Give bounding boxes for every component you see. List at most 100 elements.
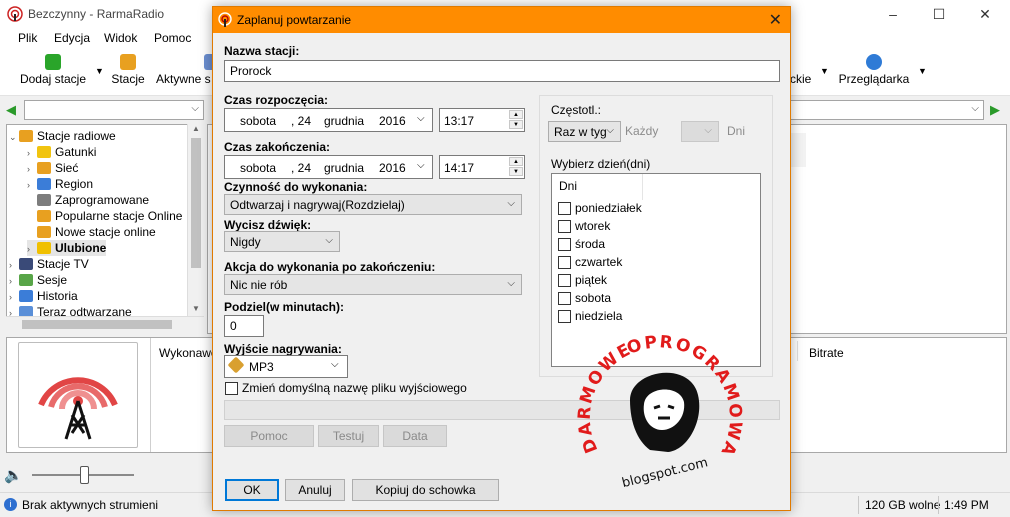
- day-item[interactable]: czwartek: [558, 254, 748, 272]
- volume-slider-thumb[interactable]: [80, 466, 89, 484]
- menu-help[interactable]: Pomoc: [154, 31, 191, 45]
- menu-edit[interactable]: Edycja: [54, 31, 90, 45]
- browser-button[interactable]: Przeglądarka: [838, 52, 910, 94]
- day-checkbox[interactable]: [558, 220, 571, 233]
- menu-view[interactable]: Widok: [104, 31, 137, 45]
- output-label: Wyjście nagrywania:: [224, 342, 342, 356]
- browser-dropdown-icon[interactable]: ▼: [918, 66, 927, 76]
- start-time-up-icon[interactable]: ▲: [509, 110, 523, 119]
- performer-column-header[interactable]: Wykonawc: [159, 346, 217, 360]
- dialog-close-icon[interactable]: ✕: [769, 10, 782, 30]
- tree-item-label: Historia: [37, 289, 78, 303]
- every-count-select[interactable]: ⌵: [681, 121, 719, 142]
- tree-item[interactable]: › Ulubione: [27, 240, 107, 257]
- address-combo[interactable]: ⌵: [24, 100, 204, 120]
- after-action-select[interactable]: Nic nie rób ⌵: [224, 274, 522, 295]
- minimize-button[interactable]: –: [870, 0, 916, 28]
- tree-item[interactable]: › Sesje: [9, 272, 67, 288]
- active-button[interactable]: Aktywne s: [156, 52, 212, 94]
- day-label: piątek: [575, 273, 608, 287]
- tree-item-label: Region: [55, 177, 94, 191]
- add-stations-button[interactable]: Dodaj stacje: [18, 52, 88, 94]
- expander-icon[interactable]: ›: [9, 273, 19, 289]
- tv-icon: [19, 258, 33, 270]
- day-checkbox[interactable]: [558, 238, 571, 251]
- stations-button[interactable]: Stacje: [110, 52, 146, 94]
- day-item[interactable]: piątek: [558, 272, 748, 290]
- tree-item[interactable]: Zaprogramowane: [27, 192, 149, 208]
- copy-to-clipboard-button[interactable]: Kopiuj do schowka: [352, 479, 499, 501]
- expander-icon[interactable]: ⌄: [9, 129, 19, 145]
- expander-icon[interactable]: ›: [27, 177, 37, 193]
- tree-item[interactable]: ⌄ Stacje radiowe: [9, 128, 116, 144]
- start-date-dropdown-icon[interactable]: ⌵: [417, 113, 425, 124]
- expander-icon[interactable]: ›: [27, 145, 37, 161]
- maximize-button[interactable]: ☐: [916, 0, 962, 28]
- station-name-input[interactable]: Prorock: [224, 60, 780, 82]
- clock-text: 1:49 PM: [944, 498, 989, 512]
- station-tree[interactable]: ⌄ Stacje radiowe › Gatunki › Sieć › Region Zapro…: [6, 124, 204, 332]
- expander-icon[interactable]: ›: [27, 161, 37, 177]
- history-icon: [19, 290, 33, 302]
- tree-item[interactable]: Nowe stacje online: [27, 224, 156, 240]
- add-stations-dropdown-icon[interactable]: ▼: [95, 66, 104, 76]
- dialog-app-icon: [218, 12, 232, 27]
- back-icon[interactable]: ◀: [6, 102, 16, 118]
- day-item[interactable]: środa: [558, 236, 748, 254]
- dialog-titlebar: Zaplanuj powtarzanie ✕: [213, 7, 790, 33]
- help-button[interactable]: Pomoc: [224, 425, 314, 447]
- end-time-down-icon[interactable]: ▼: [509, 167, 523, 176]
- day-checkbox[interactable]: [558, 202, 571, 215]
- output-select[interactable]: MP3 ⌵: [224, 355, 348, 378]
- tree-item[interactable]: › Region: [27, 176, 93, 192]
- dialog-title: Zaplanuj powtarzanie: [237, 13, 352, 27]
- date-button[interactable]: Data: [383, 425, 447, 447]
- forward-icon[interactable]: ▶: [990, 102, 1000, 118]
- tree-item[interactable]: › Sieć: [27, 160, 78, 176]
- cancel-button[interactable]: Anuluj: [285, 479, 345, 501]
- frequency-select[interactable]: Raz w tyg ⌵: [548, 121, 621, 142]
- test-button[interactable]: Testuj: [318, 425, 379, 447]
- ok-button[interactable]: OK: [225, 479, 279, 501]
- tree-horizontal-scrollbar[interactable]: [6, 316, 204, 332]
- day-checkbox[interactable]: [558, 256, 571, 269]
- audio-file-icon: [227, 356, 245, 374]
- start-date-picker[interactable]: sobota , 24 grudnia 2016 ⌵: [224, 108, 433, 132]
- start-time-down-icon[interactable]: ▼: [509, 120, 523, 129]
- speaker-icon[interactable]: 🔈: [4, 466, 23, 484]
- after-action-label: Akcja do wykonania po zakończeniu:: [224, 260, 436, 274]
- action-select[interactable]: Odtwarzaj i nagrywaj(Rozdzielaj) ⌵: [224, 194, 522, 215]
- day-item[interactable]: poniedziałek: [558, 200, 748, 218]
- end-time-up-icon[interactable]: ▲: [509, 157, 523, 166]
- search-combo[interactable]: ⌵: [790, 100, 984, 120]
- day-checkbox[interactable]: [558, 274, 571, 287]
- star-icon: [37, 242, 51, 254]
- tree-item[interactable]: › Gatunki: [27, 144, 96, 160]
- tree-item[interactable]: › Stacje TV: [9, 256, 89, 272]
- radio-folder-icon: [19, 130, 33, 142]
- close-window-button[interactable]: ✕: [962, 0, 1008, 28]
- end-time-spinner[interactable]: 14:17 ▲ ▼: [439, 155, 525, 179]
- expander-icon[interactable]: ›: [9, 289, 19, 305]
- active-icon: [204, 54, 212, 70]
- rename-output-checkbox[interactable]: [225, 382, 238, 395]
- bitrate-column-header[interactable]: Bitrate: [809, 346, 844, 360]
- tree-item[interactable]: › Historia: [9, 288, 78, 304]
- expander-icon[interactable]: ›: [27, 241, 37, 257]
- end-date-dropdown-icon[interactable]: ⌵: [417, 160, 425, 171]
- chevron-down-icon: ⌵: [507, 198, 515, 209]
- split-input[interactable]: 0: [224, 315, 264, 337]
- mute-select[interactable]: Nigdy ⌵: [224, 231, 340, 252]
- start-time-spinner[interactable]: 13:17 ▲ ▼: [439, 108, 525, 132]
- tree-item[interactable]: Popularne stacje Online: [27, 208, 182, 224]
- sessions-icon: [19, 274, 33, 286]
- toolbar-dropdown-icon[interactable]: ▼: [820, 66, 829, 76]
- end-date-picker[interactable]: sobota , 24 grudnia 2016 ⌵: [224, 155, 433, 179]
- menu-file[interactable]: Plik: [18, 31, 37, 45]
- expander-icon[interactable]: ›: [9, 257, 19, 273]
- tree-vertical-scrollbar[interactable]: ▲ ▼: [187, 124, 204, 316]
- tree-item-label: Popularne stacje Online: [55, 209, 183, 223]
- day-item[interactable]: wtorek: [558, 218, 748, 236]
- partial-toolbar-button[interactable]: ckie: [790, 52, 812, 94]
- watermark-left-text: DARMOWE: [575, 339, 634, 456]
